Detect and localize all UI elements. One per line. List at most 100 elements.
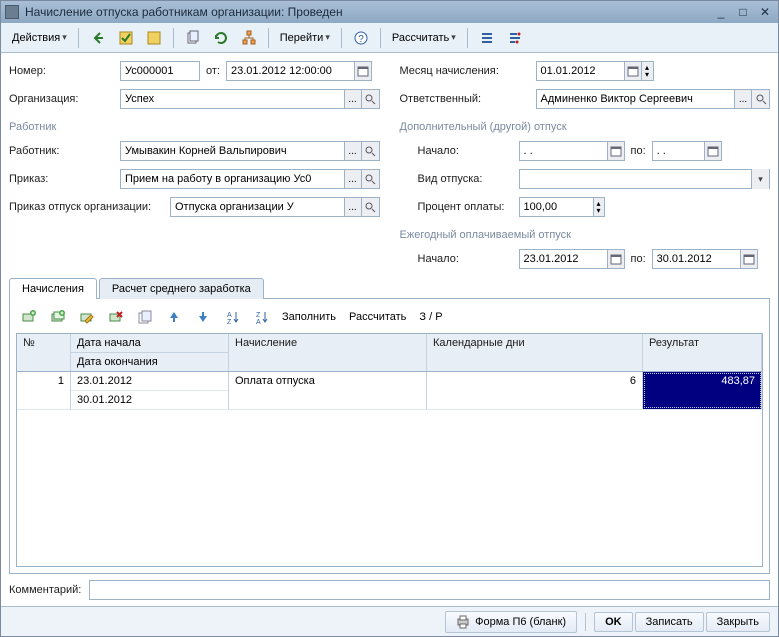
th-accrual[interactable]: Начисление <box>229 334 427 371</box>
goto-menu[interactable]: Перейти ▾ <box>275 27 335 49</box>
cell-days[interactable]: 6 <box>427 372 643 409</box>
search-button[interactable] <box>362 169 380 189</box>
spinner-buttons[interactable]: ▴▾ <box>642 61 654 81</box>
th-dates[interactable]: Дата начала Дата окончания <box>71 334 229 371</box>
th-result[interactable]: Результат <box>643 334 762 371</box>
pay-percent-input[interactable]: 100,00 <box>519 197 593 217</box>
actions-menu[interactable]: Действия ▾ <box>7 27 72 49</box>
mode-button[interactable]: З / Р <box>414 306 447 328</box>
calendar-button[interactable] <box>704 141 722 161</box>
month-input[interactable]: 01.01.2012 <box>536 61 624 81</box>
add-row-button[interactable] <box>16 306 42 328</box>
vac-type-select[interactable]: ▾ <box>519 169 771 189</box>
edit-icon <box>79 309 95 325</box>
calendar-button[interactable] <box>740 249 758 269</box>
svg-text:?: ? <box>358 34 364 45</box>
form-p6-button[interactable]: Форма П6 (бланк) <box>445 611 577 633</box>
toolbar-separator <box>173 28 174 48</box>
additional-section-header: Дополнительный (другой) отпуск <box>400 121 771 133</box>
search-icon <box>364 201 376 213</box>
status-separator <box>585 613 586 631</box>
accrual-table: № Дата начала Дата окончания Начисление … <box>16 333 763 567</box>
cell-dates[interactable]: 23.01.2012 30.01.2012 <box>71 372 229 409</box>
delete-row-button[interactable] <box>103 306 129 328</box>
table-row[interactable]: 1 23.01.2012 30.01.2012 Оплата отпуска 6… <box>17 372 762 410</box>
comment-input[interactable] <box>89 580 770 600</box>
minimize-button[interactable]: _ <box>712 4 730 20</box>
close-form-button[interactable]: Закрыть <box>706 612 770 632</box>
help-button[interactable]: ? <box>348 27 374 49</box>
copy-button[interactable] <box>180 27 206 49</box>
number-input[interactable]: Ус000001 <box>120 61 200 81</box>
ellipsis-button[interactable]: ... <box>344 89 362 109</box>
add-start-input[interactable]: . . <box>519 141 607 161</box>
table-header: № Дата начала Дата окончания Начисление … <box>17 334 762 372</box>
search-button[interactable] <box>362 141 380 161</box>
comment-label: Комментарий: <box>9 584 81 596</box>
close-button[interactable]: ✕ <box>756 4 774 20</box>
svg-text:A: A <box>256 319 261 325</box>
annual-end-input[interactable]: 30.01.2012 <box>652 249 740 269</box>
order-input[interactable]: Прием на работу в организацию Ус0 <box>120 169 344 189</box>
move-up-button[interactable] <box>161 306 187 328</box>
cell-accrual[interactable]: Оплата отпуска <box>229 372 427 409</box>
employee-input[interactable]: Умывакин Корней Вальпирович <box>120 141 344 161</box>
cell-num[interactable]: 1 <box>17 372 71 409</box>
date-input[interactable]: 23.01.2012 12:00:00 <box>226 61 354 81</box>
sort-asc-button[interactable]: AZ <box>219 306 245 328</box>
search-icon <box>755 93 767 105</box>
calendar-button[interactable] <box>624 61 642 81</box>
calendar-button[interactable] <box>607 141 625 161</box>
vacation-order-input[interactable]: Отпуска организации У <box>170 197 344 217</box>
settings-button[interactable] <box>502 27 528 49</box>
ok-button[interactable]: OK <box>594 612 633 632</box>
ellipsis-button[interactable]: ... <box>344 197 362 217</box>
calendar-button[interactable] <box>607 249 625 269</box>
ellipsis-button[interactable]: ... <box>734 89 752 109</box>
list-view-button[interactable] <box>474 27 500 49</box>
svg-text:A: A <box>227 312 232 319</box>
back-button[interactable] <box>85 27 111 49</box>
refresh-button[interactable] <box>208 27 234 49</box>
unpost-button[interactable] <box>141 27 167 49</box>
org-input[interactable]: Успех <box>120 89 344 109</box>
cell-result[interactable]: 483,87 <box>643 372 762 409</box>
edit-row-button[interactable] <box>74 306 100 328</box>
date-label: от: <box>206 65 220 77</box>
sort-desc-button[interactable]: ZA <box>248 306 274 328</box>
copy-button[interactable] <box>132 306 158 328</box>
toolbar-separator <box>380 28 381 48</box>
search-button[interactable] <box>362 197 380 217</box>
delete-icon <box>108 309 124 325</box>
fill-button[interactable]: Заполнить <box>277 306 341 328</box>
dropdown-button[interactable]: ▾ <box>751 169 769 189</box>
copy-icon <box>137 309 153 325</box>
structure-button[interactable] <box>236 27 262 49</box>
tab-average-salary[interactable]: Расчет среднего заработка <box>99 278 264 299</box>
chevron-down-icon: ▾ <box>325 32 330 43</box>
maximize-button[interactable]: □ <box>734 4 752 20</box>
post-document-button[interactable] <box>113 27 139 49</box>
th-days[interactable]: Календарные дни <box>427 334 643 371</box>
add-copy-button[interactable] <box>45 306 71 328</box>
ellipsis-button[interactable]: ... <box>344 169 362 189</box>
spinner-buttons[interactable]: ▴▾ <box>593 197 605 217</box>
search-button[interactable] <box>752 89 770 109</box>
calculate-menu[interactable]: Рассчитать ▾ <box>387 27 461 49</box>
calendar-button[interactable] <box>354 61 372 81</box>
calc-button[interactable]: Рассчитать <box>344 306 411 328</box>
add-end-input[interactable]: . . <box>652 141 704 161</box>
ellipsis-button[interactable]: ... <box>344 141 362 161</box>
move-down-button[interactable] <box>190 306 216 328</box>
window-title: Начисление отпуска работникам организаци… <box>25 5 712 19</box>
calendar-icon <box>707 145 719 157</box>
chevron-down-icon: ▾ <box>451 32 456 43</box>
th-num[interactable]: № <box>17 334 71 371</box>
resp-input[interactable]: Админенко Виктор Сергеевич <box>536 89 735 109</box>
tab-accruals[interactable]: Начисления <box>9 278 97 299</box>
save-button[interactable]: Записать <box>635 612 704 632</box>
resp-label: Ответственный: <box>400 93 530 105</box>
search-button[interactable] <box>362 89 380 109</box>
annual-start-label: Начало: <box>418 253 513 265</box>
annual-start-input[interactable]: 23.01.2012 <box>519 249 607 269</box>
